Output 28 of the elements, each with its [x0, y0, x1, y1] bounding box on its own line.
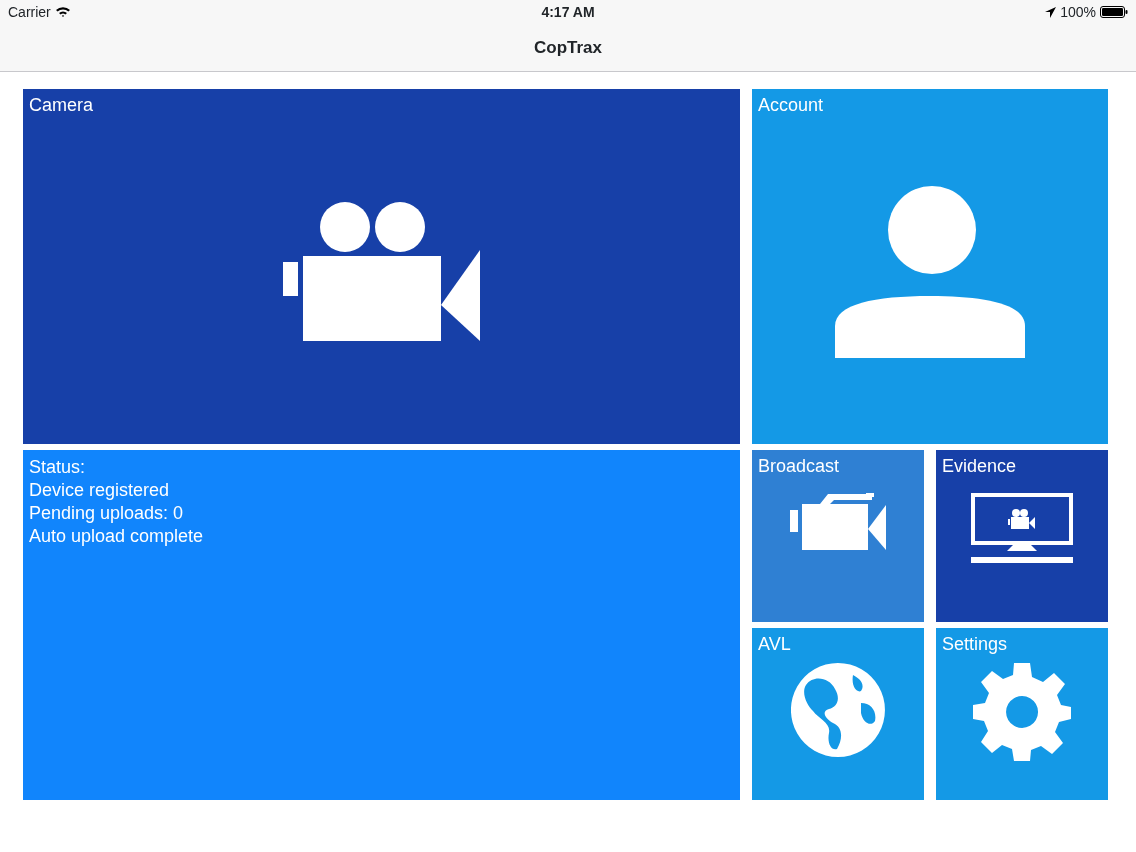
tile-label: Account: [758, 95, 824, 116]
gear-icon: [973, 662, 1071, 761]
status-line: Status:: [29, 456, 86, 479]
menu-tile[interactable]: Camera: [23, 89, 740, 444]
battery-icon: [1100, 6, 1128, 18]
tile-label: Broadcast: [758, 456, 840, 477]
menu-tile[interactable]: Broadcast: [752, 450, 924, 622]
status-line: Device registered: [29, 479, 170, 502]
person-icon: [835, 185, 1025, 358]
menu-tile[interactable]: Settings: [936, 628, 1108, 800]
video-camera-icon: [790, 492, 886, 550]
status-line: Auto upload complete: [29, 525, 204, 548]
menu-tile[interactable]: Account: [752, 89, 1108, 444]
location-arrow-icon: [1045, 6, 1057, 18]
menu-tile[interactable]: AVL: [752, 628, 924, 800]
tile-label: AVL: [758, 634, 791, 655]
tile-label: Camera: [29, 95, 94, 116]
tile-label: Evidence: [942, 456, 1017, 477]
wifi-icon: [54, 6, 71, 18]
carrier-label: Carrier: [8, 2, 51, 22]
app-title: CopTrax: [534, 36, 602, 59]
globe-icon: [791, 662, 885, 757]
tile-label: Settings: [942, 634, 1008, 655]
status-line: Pending uploads: 0: [29, 502, 184, 525]
monitor-icon: [971, 492, 1073, 563]
battery-percent: 100%: [1060, 2, 1096, 22]
clock-time: 4:17 AM: [541, 2, 595, 22]
menu-tile[interactable]: Evidence: [936, 450, 1108, 622]
